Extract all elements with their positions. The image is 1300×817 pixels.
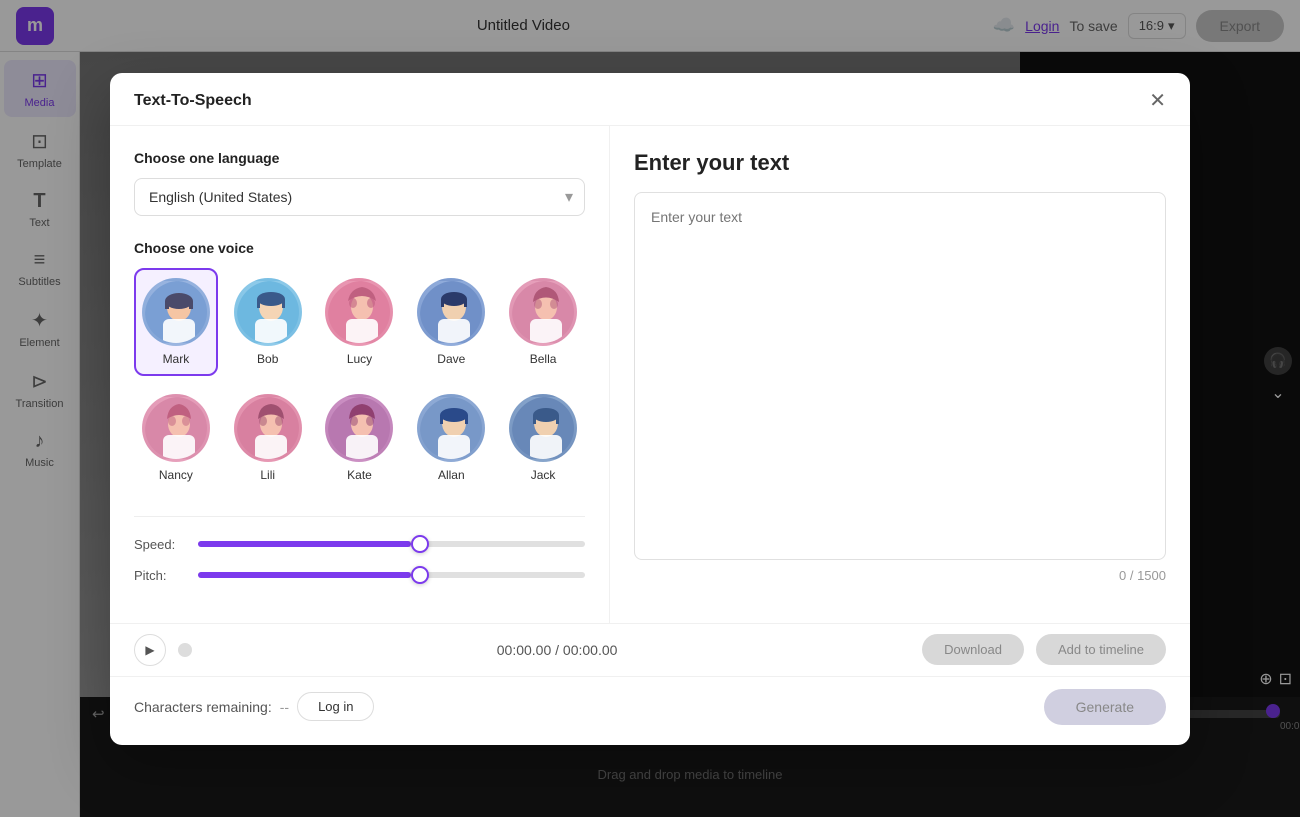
pitch-slider-track[interactable] [198, 572, 585, 578]
voice-name-lucy: Lucy [347, 352, 372, 366]
voice-avatar-lili [234, 394, 302, 462]
voice-kate[interactable]: Kate [318, 384, 402, 492]
voice-avatar-allan [417, 394, 485, 462]
voice-name-bob: Bob [257, 352, 278, 366]
voice-lili[interactable]: Lili [226, 384, 310, 492]
playback-bar: ▶ 00:00.00 / 00:00.00 Download Add to ti… [110, 623, 1190, 676]
voice-name-nancy: Nancy [159, 468, 193, 482]
language-select[interactable]: English (United States) [134, 178, 585, 216]
language-section-label: Choose one language [134, 150, 585, 166]
voice-dave[interactable]: Dave [409, 268, 493, 376]
voice-nancy[interactable]: Nancy [134, 384, 218, 492]
right-panel: Enter your text 0 / 1500 [610, 126, 1190, 623]
chars-value: -- [280, 699, 289, 715]
generate-button[interactable]: Generate [1044, 689, 1166, 725]
speed-slider-row: Speed: [134, 537, 585, 552]
speed-slider-track[interactable] [198, 541, 585, 547]
voice-name-mark: Mark [163, 352, 190, 366]
voice-jack[interactable]: Jack [501, 384, 585, 492]
char-count: 0 / 1500 [634, 568, 1166, 583]
play-button[interactable]: ▶ [134, 634, 166, 666]
voice-allan[interactable]: Allan [409, 384, 493, 492]
pitch-slider-row: Pitch: [134, 568, 585, 583]
voice-mark[interactable]: Mark [134, 268, 218, 376]
chars-remaining-label: Characters remaining: [134, 699, 272, 715]
close-button[interactable]: ✕ [1149, 91, 1166, 111]
voice-avatar-lucy [325, 278, 393, 346]
voice-bella[interactable]: Bella [501, 268, 585, 376]
download-button[interactable]: Download [922, 634, 1024, 665]
speed-slider-thumb[interactable] [411, 535, 429, 553]
voice-name-dave: Dave [437, 352, 465, 366]
voice-grid: Mark [134, 268, 585, 492]
voice-name-bella: Bella [530, 352, 557, 366]
voice-name-allan: Allan [438, 468, 465, 482]
add-to-timeline-button[interactable]: Add to timeline [1036, 634, 1166, 665]
modal-title: Text-To-Speech [134, 92, 252, 110]
right-panel-title: Enter your text [634, 150, 1166, 176]
footer-row: Characters remaining: -- Log in Generate [134, 689, 1166, 725]
voice-avatar-dave [417, 278, 485, 346]
text-input[interactable] [634, 192, 1166, 560]
voice-avatar-kate [325, 394, 393, 462]
language-select-wrapper: English (United States) ▾ [134, 178, 585, 216]
modal-body: Choose one language English (United Stat… [110, 126, 1190, 623]
chars-remaining: Characters remaining: -- Log in [134, 692, 374, 721]
voice-lucy[interactable]: Lucy [318, 268, 402, 376]
speed-slider-fill [198, 541, 411, 547]
voice-avatar-bella [509, 278, 577, 346]
speed-label: Speed: [134, 537, 184, 552]
divider [134, 516, 585, 517]
login-small-button[interactable]: Log in [297, 692, 374, 721]
pitch-slider-fill [198, 572, 411, 578]
left-panel: Choose one language English (United Stat… [110, 126, 610, 623]
voice-name-lili: Lili [260, 468, 275, 482]
voice-section-label: Choose one voice [134, 240, 585, 256]
modal-overlay: Text-To-Speech ✕ Choose one language Eng… [0, 0, 1300, 817]
voice-avatar-jack [509, 394, 577, 462]
voice-bob[interactable]: Bob [226, 268, 310, 376]
modal-footer: Characters remaining: -- Log in Generate [110, 676, 1190, 745]
voice-name-jack: Jack [531, 468, 556, 482]
tts-modal: Text-To-Speech ✕ Choose one language Eng… [110, 73, 1190, 745]
time-display: 00:00.00 / 00:00.00 [204, 642, 910, 658]
voice-name-kate: Kate [347, 468, 372, 482]
pitch-label: Pitch: [134, 568, 184, 583]
progress-indicator [178, 643, 192, 657]
voice-avatar-bob [234, 278, 302, 346]
pitch-slider-thumb[interactable] [411, 566, 429, 584]
modal-header: Text-To-Speech ✕ [110, 73, 1190, 126]
voice-avatar-mark [142, 278, 210, 346]
voice-avatar-nancy [142, 394, 210, 462]
